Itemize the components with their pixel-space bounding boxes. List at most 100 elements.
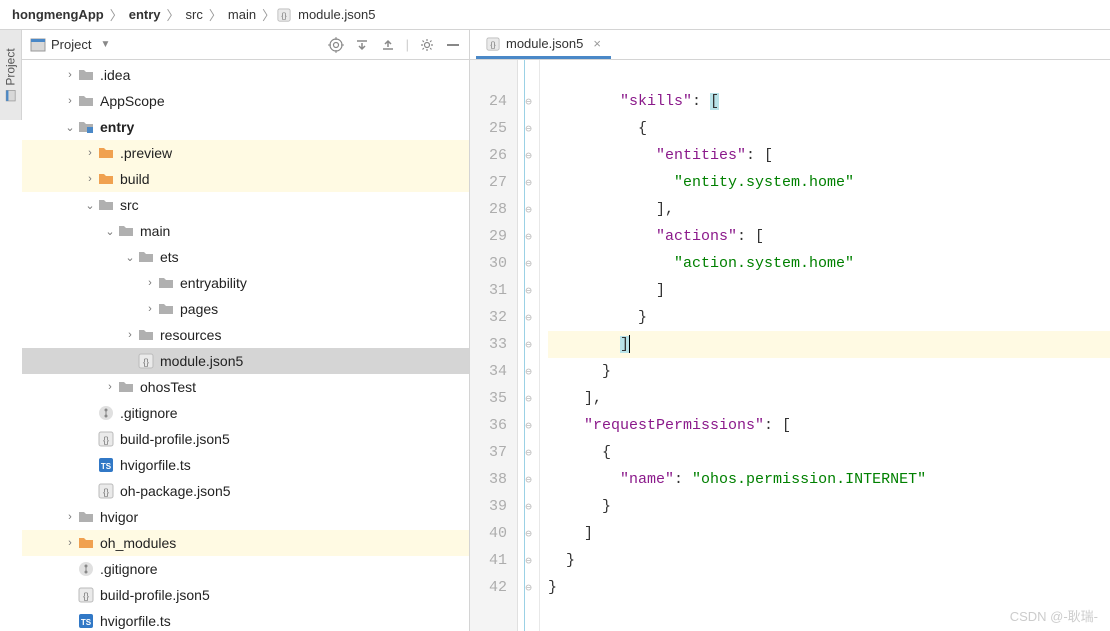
folder-orange-icon bbox=[98, 145, 114, 161]
fold-marker[interactable]: ⊖ bbox=[518, 466, 539, 493]
fold-marker[interactable]: ⊖ bbox=[518, 142, 539, 169]
breadcrumb-item[interactable]: main bbox=[224, 7, 260, 22]
fold-marker[interactable]: ⊖ bbox=[518, 223, 539, 250]
tree-arrow-icon[interactable]: › bbox=[62, 511, 78, 523]
line-number-gutter: 24252627282930313233343536373839404142 bbox=[470, 60, 518, 631]
code-line[interactable]: "name": "ohos.permission.INTERNET" bbox=[548, 466, 1110, 493]
tree-folder[interactable]: › .preview bbox=[22, 140, 469, 166]
fold-marker[interactable]: ⊖ bbox=[518, 250, 539, 277]
tree-folder[interactable]: ›pages bbox=[22, 296, 469, 322]
tree-file[interactable]: ›oh-package.json5 bbox=[22, 478, 469, 504]
code-line[interactable]: "entities": [ bbox=[548, 142, 1110, 169]
project-view-selector[interactable]: Project ▼ bbox=[30, 37, 328, 53]
code-line[interactable]: "actions": [ bbox=[548, 223, 1110, 250]
tree-arrow-icon[interactable]: › bbox=[102, 381, 118, 393]
code-line[interactable]: ], bbox=[548, 196, 1110, 223]
code-line[interactable]: "action.system.home" bbox=[548, 250, 1110, 277]
tree-item-label: .preview bbox=[120, 145, 172, 161]
expand-all-icon[interactable] bbox=[354, 37, 370, 53]
collapse-all-icon[interactable] bbox=[380, 37, 396, 53]
code-line[interactable]: "entity.system.home" bbox=[548, 169, 1110, 196]
file-tree[interactable]: ›.idea›AppScope⌄entry › .preview ›build⌄src… bbox=[22, 60, 469, 631]
tree-folder[interactable]: ›.idea bbox=[22, 62, 469, 88]
tree-file[interactable]: ›module.json5 bbox=[22, 348, 469, 374]
tree-arrow-icon[interactable]: › bbox=[62, 95, 78, 107]
breadcrumb-item[interactable]: entry bbox=[125, 7, 165, 22]
fold-marker[interactable]: ⊖ bbox=[518, 412, 539, 439]
tree-folder[interactable]: ⌄entry bbox=[22, 114, 469, 140]
tree-folder[interactable]: ⌄main bbox=[22, 218, 469, 244]
code-line[interactable]: ] bbox=[548, 331, 1110, 358]
fold-marker[interactable]: ⊖ bbox=[518, 547, 539, 574]
code-line[interactable]: ] bbox=[548, 520, 1110, 547]
tree-arrow-icon[interactable]: ⌄ bbox=[62, 121, 78, 134]
fold-marker[interactable]: ⊖ bbox=[518, 304, 539, 331]
fold-marker[interactable]: ⊖ bbox=[518, 331, 539, 358]
code-editor[interactable]: 24252627282930313233343536373839404142 ⊖… bbox=[470, 60, 1110, 631]
fold-column[interactable]: ⊖⊖⊖⊖⊖⊖⊖⊖⊖⊖⊖⊖⊖⊖⊖⊖⊖⊖⊖ bbox=[518, 60, 540, 631]
tree-folder[interactable]: ›oh_modules bbox=[22, 530, 469, 556]
tree-file[interactable]: ›build-profile.json5 bbox=[22, 426, 469, 452]
tree-file[interactable]: ›.gitignore bbox=[22, 556, 469, 582]
tree-folder[interactable]: › entryability bbox=[22, 270, 469, 296]
fold-marker[interactable]: ⊖ bbox=[518, 493, 539, 520]
code-content[interactable]: "skills": [ { "entities": [ "entity.syst… bbox=[540, 60, 1110, 631]
fold-marker[interactable]: ⊖ bbox=[518, 439, 539, 466]
code-line[interactable]: "skills": [ bbox=[548, 88, 1110, 115]
tree-file[interactable]: ›hvigorfile.ts bbox=[22, 452, 469, 478]
tree-arrow-icon[interactable]: ⌄ bbox=[122, 251, 138, 264]
tree-folder[interactable]: ›hvigor bbox=[22, 504, 469, 530]
tree-folder[interactable]: ⌄src bbox=[22, 192, 469, 218]
fold-marker[interactable]: ⊖ bbox=[518, 277, 539, 304]
fold-marker[interactable]: ⊖ bbox=[518, 88, 539, 115]
tree-folder[interactable]: ⌄ets bbox=[22, 244, 469, 270]
tree-arrow-icon[interactable]: › bbox=[122, 329, 138, 341]
fold-marker[interactable]: ⊖ bbox=[518, 574, 539, 601]
tool-window-tab-project[interactable]: Project bbox=[0, 30, 22, 120]
editor-tabs: module.json5 × bbox=[470, 30, 1110, 60]
tree-folder[interactable]: ›build bbox=[22, 166, 469, 192]
tree-file[interactable]: ›.gitignore bbox=[22, 400, 469, 426]
editor-tab-module-json5[interactable]: module.json5 × bbox=[476, 31, 611, 59]
hide-icon[interactable] bbox=[445, 37, 461, 53]
select-opened-file-icon[interactable] bbox=[328, 37, 344, 53]
breadcrumb-item[interactable]: hongmengApp bbox=[8, 7, 108, 22]
text-caret bbox=[629, 335, 630, 353]
tree-folder[interactable]: ›resources bbox=[22, 322, 469, 348]
fold-marker[interactable]: ⊖ bbox=[518, 169, 539, 196]
fold-marker[interactable]: ⊖ bbox=[518, 196, 539, 223]
tree-item-label: entryability bbox=[180, 275, 247, 291]
fold-marker[interactable]: ⊖ bbox=[518, 385, 539, 412]
close-tab-icon[interactable]: × bbox=[593, 36, 601, 51]
tree-file[interactable]: ›hvigorfile.ts bbox=[22, 608, 469, 631]
code-line[interactable]: ], bbox=[548, 385, 1110, 412]
tree-arrow-icon[interactable]: › bbox=[142, 303, 158, 315]
tree-folder[interactable]: ›ohosTest bbox=[22, 374, 469, 400]
code-line[interactable]: } bbox=[548, 574, 1110, 601]
code-line[interactable]: ] bbox=[548, 277, 1110, 304]
code-line[interactable]: } bbox=[548, 547, 1110, 574]
tree-arrow-icon[interactable]: › bbox=[142, 277, 158, 289]
code-line[interactable]: "requestPermissions": [ bbox=[548, 412, 1110, 439]
tree-folder[interactable]: ›AppScope bbox=[22, 88, 469, 114]
tree-arrow-icon[interactable]: › bbox=[82, 173, 98, 185]
tree-arrow-icon[interactable]: › bbox=[82, 147, 98, 159]
tree-arrow-icon[interactable]: ⌄ bbox=[102, 225, 118, 238]
tree-arrow-icon[interactable]: › bbox=[62, 537, 78, 549]
code-line[interactable]: { bbox=[548, 115, 1110, 142]
project-panel: Project ▼ | ›.idea›AppScope⌄entry›.previ… bbox=[22, 30, 470, 631]
folder-orange-icon bbox=[78, 535, 94, 551]
fold-marker[interactable]: ⊖ bbox=[518, 358, 539, 385]
fold-marker[interactable]: ⊖ bbox=[518, 520, 539, 547]
breadcrumb-item[interactable]: module.json5 bbox=[294, 7, 379, 22]
code-line[interactable]: } bbox=[548, 304, 1110, 331]
tree-arrow-icon[interactable]: ⌄ bbox=[82, 199, 98, 212]
tree-file[interactable]: ›build-profile.json5 bbox=[22, 582, 469, 608]
code-line[interactable]: { bbox=[548, 439, 1110, 466]
code-line[interactable]: } bbox=[548, 358, 1110, 385]
fold-marker[interactable]: ⊖ bbox=[518, 115, 539, 142]
code-line[interactable]: } bbox=[548, 493, 1110, 520]
tree-arrow-icon[interactable]: › bbox=[62, 69, 78, 81]
breadcrumb-item[interactable]: src bbox=[182, 7, 207, 22]
settings-icon[interactable] bbox=[419, 37, 435, 53]
